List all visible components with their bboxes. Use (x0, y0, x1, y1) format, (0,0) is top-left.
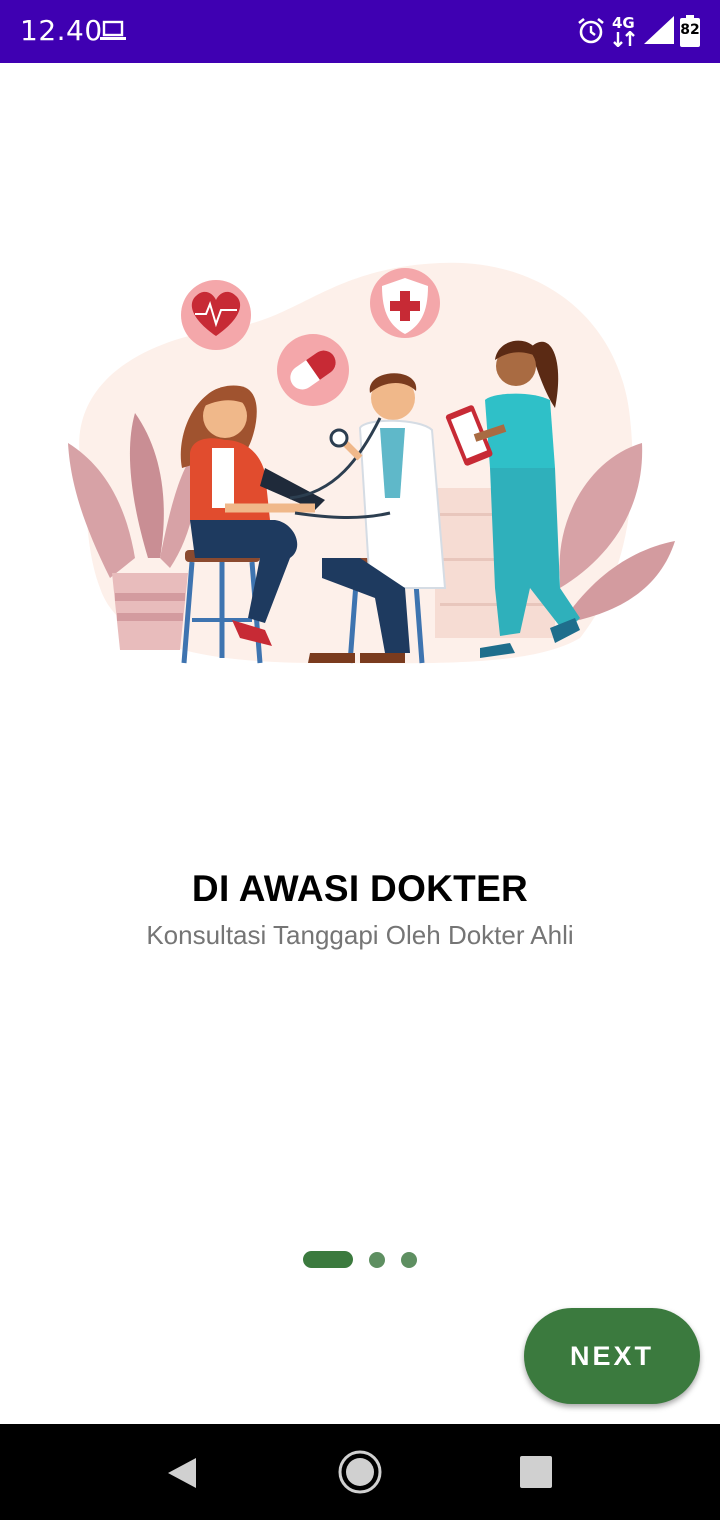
heart-rate-icon (181, 280, 251, 350)
recents-icon[interactable] (520, 1456, 552, 1488)
medical-shield-icon (370, 268, 440, 338)
doctor-consultation-illustration (68, 262, 675, 664)
status-bar: 12.40 4G 82 (0, 0, 720, 63)
data-arrows-icon (613, 31, 635, 47)
page-dot-2[interactable] (369, 1252, 385, 1268)
onboarding-subtitle: Konsultasi Tanggapi Oleh Dokter Ahli (146, 920, 574, 950)
next-button[interactable]: NEXT (524, 1308, 700, 1404)
alarm-icon (578, 17, 604, 44)
page-indicator (0, 1251, 720, 1269)
home-icon[interactable] (337, 1449, 383, 1495)
network-type: 4G (612, 14, 635, 32)
status-time: 12.40 (20, 14, 103, 47)
laptop-icon (100, 20, 126, 40)
network-icon: 4G (612, 14, 640, 48)
signal-icon (644, 16, 674, 44)
battery-level: 82 (680, 22, 700, 38)
back-icon[interactable] (166, 1456, 198, 1490)
onboarding-title: DI AWASI DOKTER (191, 868, 529, 909)
battery-icon: 82 (679, 15, 701, 48)
system-nav-bar (0, 1424, 720, 1520)
page-dot-active[interactable] (303, 1251, 353, 1268)
pill-icon (277, 334, 349, 406)
page-dot-3[interactable] (401, 1252, 417, 1268)
